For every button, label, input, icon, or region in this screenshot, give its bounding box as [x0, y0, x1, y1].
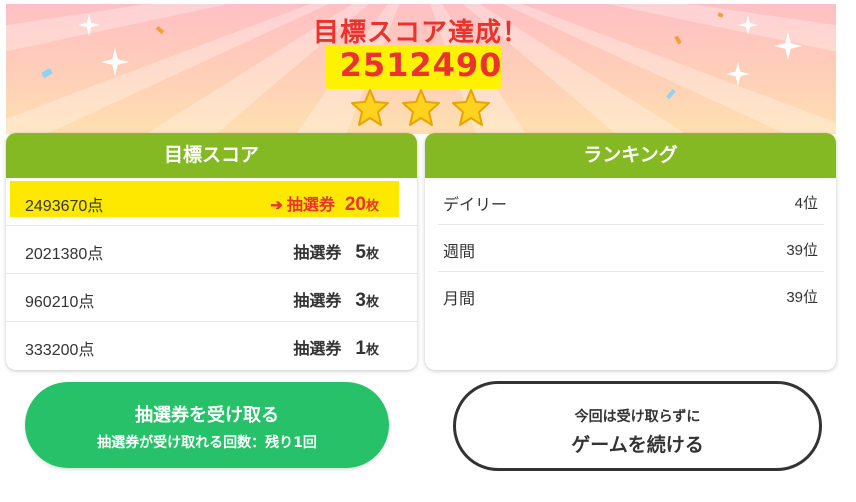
ticket-count: 5: [355, 242, 366, 263]
ranking-position: 39位: [786, 289, 818, 306]
celebration-banner: 目標スコア達成！ 2512490: [6, 4, 836, 134]
target-points: 333200点: [25, 342, 95, 359]
ticket-label: 抽選券: [293, 245, 342, 262]
ranking-period: 月間: [443, 291, 476, 308]
target-row: 960210点 抽選券 3枚: [6, 274, 417, 322]
ticket-label: 抽選券: [286, 197, 335, 214]
ranking-row: 月間 39位: [438, 272, 824, 318]
skip-receive-text: 今回は受け取らずに: [574, 409, 701, 425]
ticket-reward: 抽選券 5枚: [293, 239, 379, 264]
ranking-position: 4位: [794, 195, 818, 212]
ticket-count: 1: [355, 338, 366, 359]
target-row: 333200点 抽選券 1枚: [6, 322, 417, 369]
ticket-reward: ➔ 抽選券 20枚: [270, 191, 379, 216]
ticket-reward: 抽選券 1枚: [293, 335, 379, 360]
star-icon: [452, 89, 490, 126]
ticket-unit: 枚: [365, 342, 379, 357]
target-row: 2021380点 抽選券 5枚: [6, 226, 417, 274]
target-points: 960210点: [25, 294, 95, 311]
continue-game-label: ゲームを続ける: [571, 434, 704, 456]
ticket-count: 20: [344, 194, 366, 215]
star-icon: [402, 89, 440, 126]
target-score-header: 目標スコア: [6, 133, 417, 178]
ticket-unit: 枚: [365, 294, 379, 309]
remaining-receives-text: 抽選券が受け取れる回数：残り1回: [97, 435, 317, 451]
arrow-right-icon: ➔: [270, 197, 283, 214]
ranking-row: 週間 39位: [438, 225, 824, 272]
receive-tickets-label: 抽選券を受け取る: [135, 405, 279, 426]
ranking-header: ランキング: [425, 133, 836, 178]
continue-game-button[interactable]: 今回は受け取らずに ゲームを続ける: [453, 381, 822, 471]
star-icon: [351, 89, 389, 126]
target-points: 2021380点: [25, 246, 104, 263]
ranking-period: 週間: [443, 244, 476, 261]
achievement-title: 目標スコア達成！: [312, 18, 529, 48]
target-row: 2493670点 ➔ 抽選券 20枚: [6, 178, 417, 226]
final-score: 2512490: [339, 46, 503, 84]
ticket-reward: 抽選券 3枚: [293, 287, 379, 312]
target-score-panel: 目標スコア 2493670点 ➔ 抽選券 20枚 2021380点 抽選券 5枚 96…: [6, 133, 417, 370]
ranking-row: デイリー 4位: [438, 178, 824, 225]
ticket-unit: 枚: [365, 246, 379, 261]
ticket-unit: 枚: [365, 198, 379, 213]
ranking-period: デイリー: [443, 197, 508, 214]
ranking-panel: ランキング デイリー 4位 週間 39位 月間 39位: [425, 133, 836, 370]
ticket-count: 3: [355, 290, 366, 311]
target-points: 2493670点: [25, 198, 104, 215]
ticket-label: 抽選券: [293, 341, 342, 358]
receive-tickets-button[interactable]: 抽選券を受け取る 抽選券が受け取れる回数：残り1回: [25, 382, 389, 468]
ticket-label: 抽選券: [293, 293, 342, 310]
ranking-position: 39位: [786, 242, 818, 259]
